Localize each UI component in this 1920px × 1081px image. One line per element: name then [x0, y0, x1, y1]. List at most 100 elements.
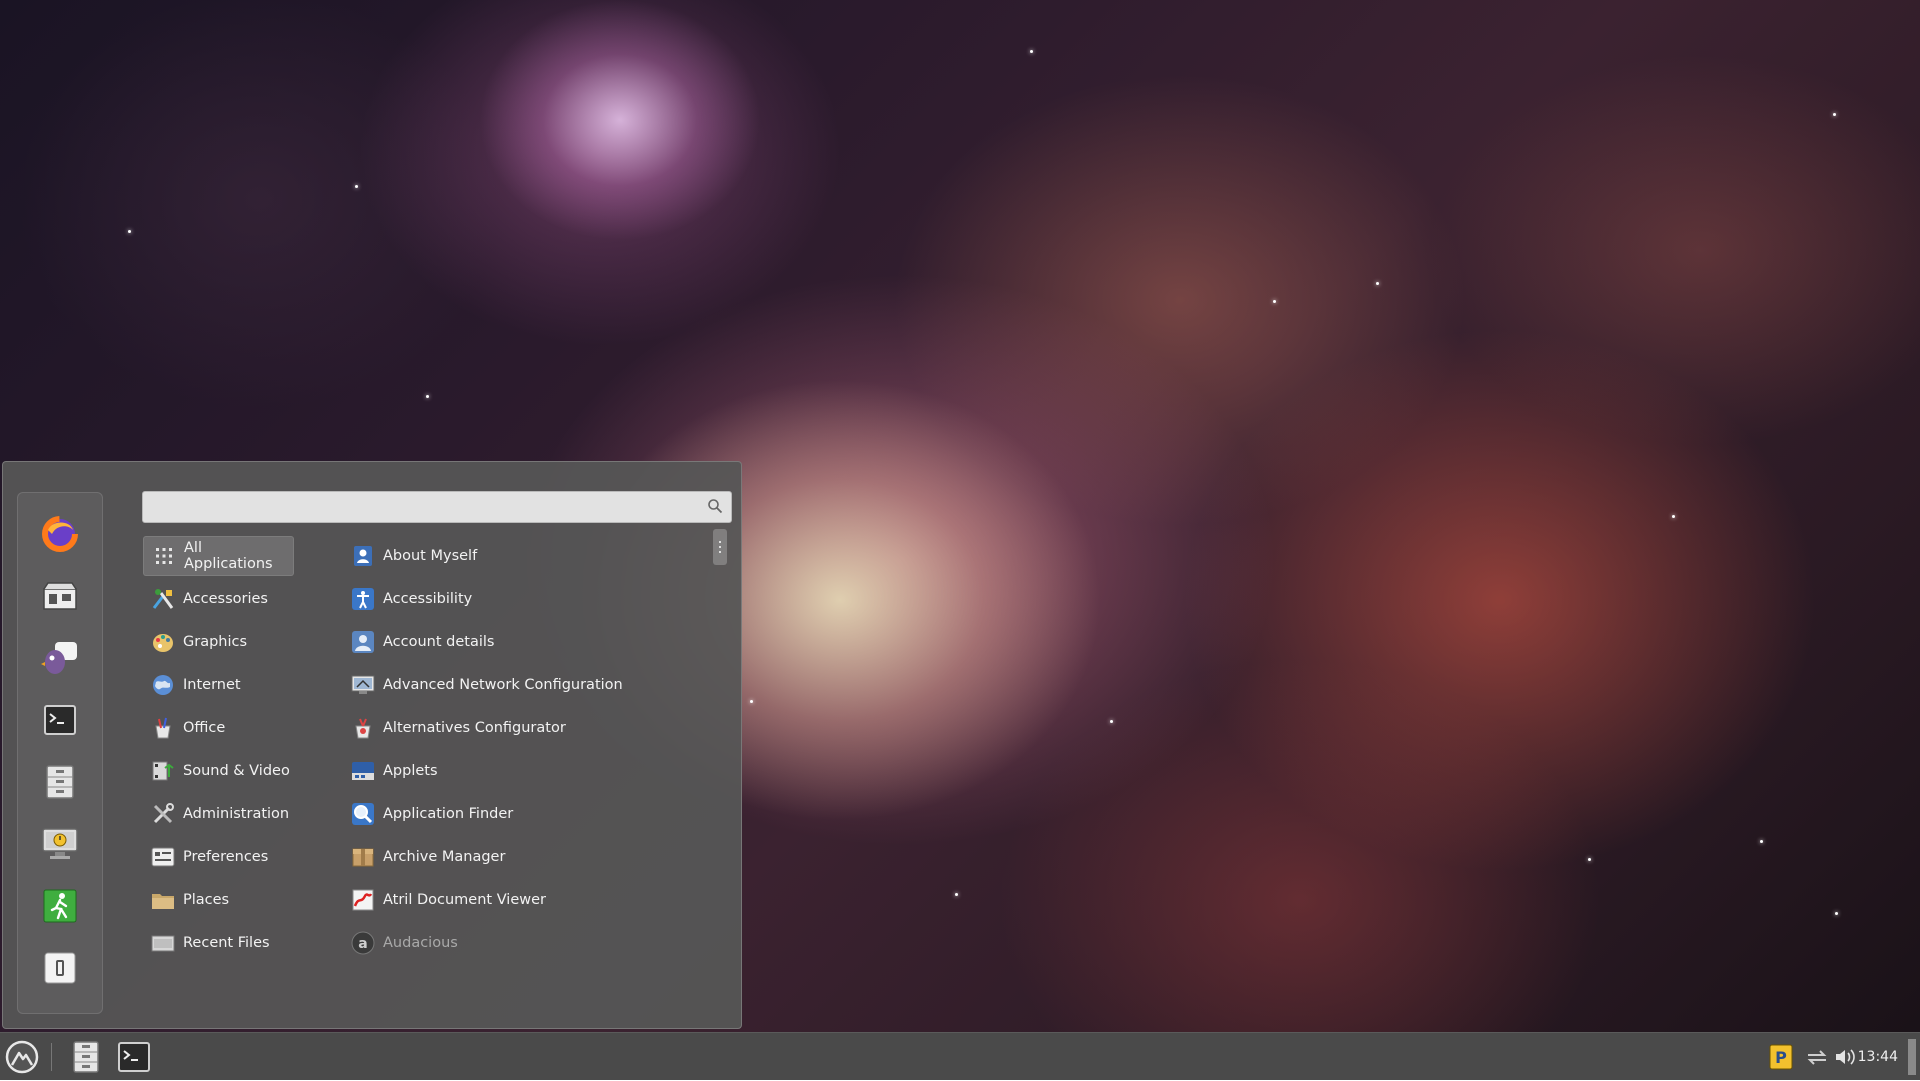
favorite-lock-screen[interactable] — [41, 825, 79, 863]
star — [128, 230, 131, 233]
app-alternatives-configurator[interactable]: Alternatives Configurator — [343, 708, 703, 748]
favorite-files[interactable] — [41, 763, 79, 801]
star — [1833, 113, 1836, 116]
category-graphics[interactable]: Graphics — [143, 622, 294, 662]
category-accessories[interactable]: Accessories — [143, 579, 294, 619]
category-label: Graphics — [183, 634, 248, 650]
app-audacious[interactable]: a Audacious — [343, 923, 703, 963]
favorite-logout[interactable] — [41, 887, 79, 925]
office-icon — [151, 716, 175, 740]
favorites-bar — [17, 492, 103, 1014]
category-label: Preferences — [183, 849, 269, 865]
terminal-icon — [118, 1042, 150, 1072]
power-icon — [44, 952, 76, 984]
app-account-details[interactable]: Account details — [343, 622, 703, 662]
star — [1273, 300, 1276, 303]
star — [1760, 840, 1763, 843]
exit-icon — [43, 889, 77, 923]
favorite-firefox[interactable] — [41, 515, 79, 553]
favorite-pidgin[interactable] — [41, 639, 79, 677]
panel-separator — [51, 1043, 52, 1071]
app-archive-manager[interactable]: Archive Manager — [343, 837, 703, 877]
category-label: Accessories — [183, 591, 268, 607]
accessibility-icon — [351, 587, 375, 611]
category-label: Sound & Video — [183, 763, 290, 779]
show-desktop-button[interactable] — [1908, 1039, 1916, 1075]
favorite-terminal[interactable] — [41, 701, 79, 739]
star — [1376, 282, 1379, 285]
app-label: Applets — [383, 763, 438, 779]
archive-icon — [351, 845, 375, 869]
app-label: Audacious — [383, 935, 458, 951]
app-label: Archive Manager — [383, 849, 506, 865]
category-sound-video[interactable]: Sound & Video — [143, 751, 294, 791]
scrollbar-grip — [719, 546, 721, 548]
category-all-applications[interactable]: All Applications — [143, 536, 294, 576]
category-places[interactable]: Places — [143, 880, 294, 920]
category-label: All Applications — [184, 540, 273, 572]
app-label: Account details — [383, 634, 495, 650]
search-icon — [708, 499, 723, 514]
panel-launcher-files[interactable] — [66, 1037, 106, 1077]
app-applets[interactable]: Applets — [343, 751, 703, 791]
tray-pidgin[interactable]: P — [1766, 1037, 1796, 1077]
application-menu: All Applications Accessories Graphics In… — [2, 461, 742, 1029]
network-icon — [351, 673, 375, 697]
search-input[interactable] — [149, 496, 693, 520]
app-label: Application Finder — [383, 806, 514, 822]
star — [426, 395, 429, 398]
tray-volume[interactable] — [1830, 1037, 1860, 1077]
menu-button[interactable] — [2, 1037, 42, 1077]
globe-icon — [151, 673, 175, 697]
svg-text:a: a — [358, 936, 367, 952]
app-label: Accessibility — [383, 591, 473, 607]
recent-files-icon — [151, 931, 175, 955]
accessories-icon — [151, 587, 175, 611]
folder-icon — [151, 888, 175, 912]
app-atril-document-viewer[interactable]: Atril Document Viewer — [343, 880, 703, 920]
app-label: About Myself — [383, 548, 478, 564]
app-application-finder[interactable]: Application Finder — [343, 794, 703, 834]
grid-icon — [152, 544, 176, 568]
app-accessibility[interactable]: Accessibility — [343, 579, 703, 619]
search-box[interactable] — [142, 491, 732, 523]
terminal-icon — [44, 705, 76, 735]
category-internet[interactable]: Internet — [143, 665, 294, 705]
volume-icon — [1836, 1049, 1855, 1065]
category-label: Internet — [183, 677, 241, 693]
file-cabinet-icon — [46, 765, 74, 799]
app-about-myself[interactable]: About Myself — [343, 536, 703, 576]
category-office[interactable]: Office — [143, 708, 294, 748]
star — [1835, 912, 1838, 915]
star — [1672, 515, 1675, 518]
app-list-scrollbar[interactable] — [713, 529, 727, 565]
graphics-icon — [151, 630, 175, 654]
software-store-icon — [43, 582, 77, 610]
star — [355, 185, 358, 188]
pidgin-tray-icon: P — [1769, 1044, 1793, 1070]
star — [1030, 50, 1033, 53]
panel-clock[interactable]: 13:44 — [1858, 1033, 1898, 1081]
bottom-panel: P 13:44 — [0, 1032, 1920, 1080]
firefox-icon — [42, 516, 78, 552]
favorite-software-manager[interactable] — [41, 577, 79, 615]
category-recent-files[interactable]: Recent Files — [143, 923, 294, 963]
panel-launcher-terminal[interactable] — [114, 1037, 154, 1077]
star — [1588, 858, 1591, 861]
audacious-icon: a — [351, 931, 375, 955]
category-administration[interactable]: Administration — [143, 794, 294, 834]
app-label: Atril Document Viewer — [383, 892, 546, 908]
pidgin-icon — [41, 642, 77, 674]
user-account-icon — [351, 630, 375, 654]
tray-network[interactable] — [1802, 1037, 1832, 1077]
app-label: Alternatives Configurator — [383, 720, 566, 736]
app-advanced-network-configuration[interactable]: Advanced Network Configuration — [343, 665, 703, 705]
applets-icon — [351, 759, 375, 783]
category-preferences[interactable]: Preferences — [143, 837, 294, 877]
document-viewer-icon — [351, 888, 375, 912]
favorite-shutdown[interactable] — [41, 949, 79, 987]
star — [1110, 720, 1113, 723]
linux-mint-menu-icon — [5, 1040, 39, 1074]
magnifier-icon — [351, 802, 375, 826]
preferences-icon — [151, 845, 175, 869]
